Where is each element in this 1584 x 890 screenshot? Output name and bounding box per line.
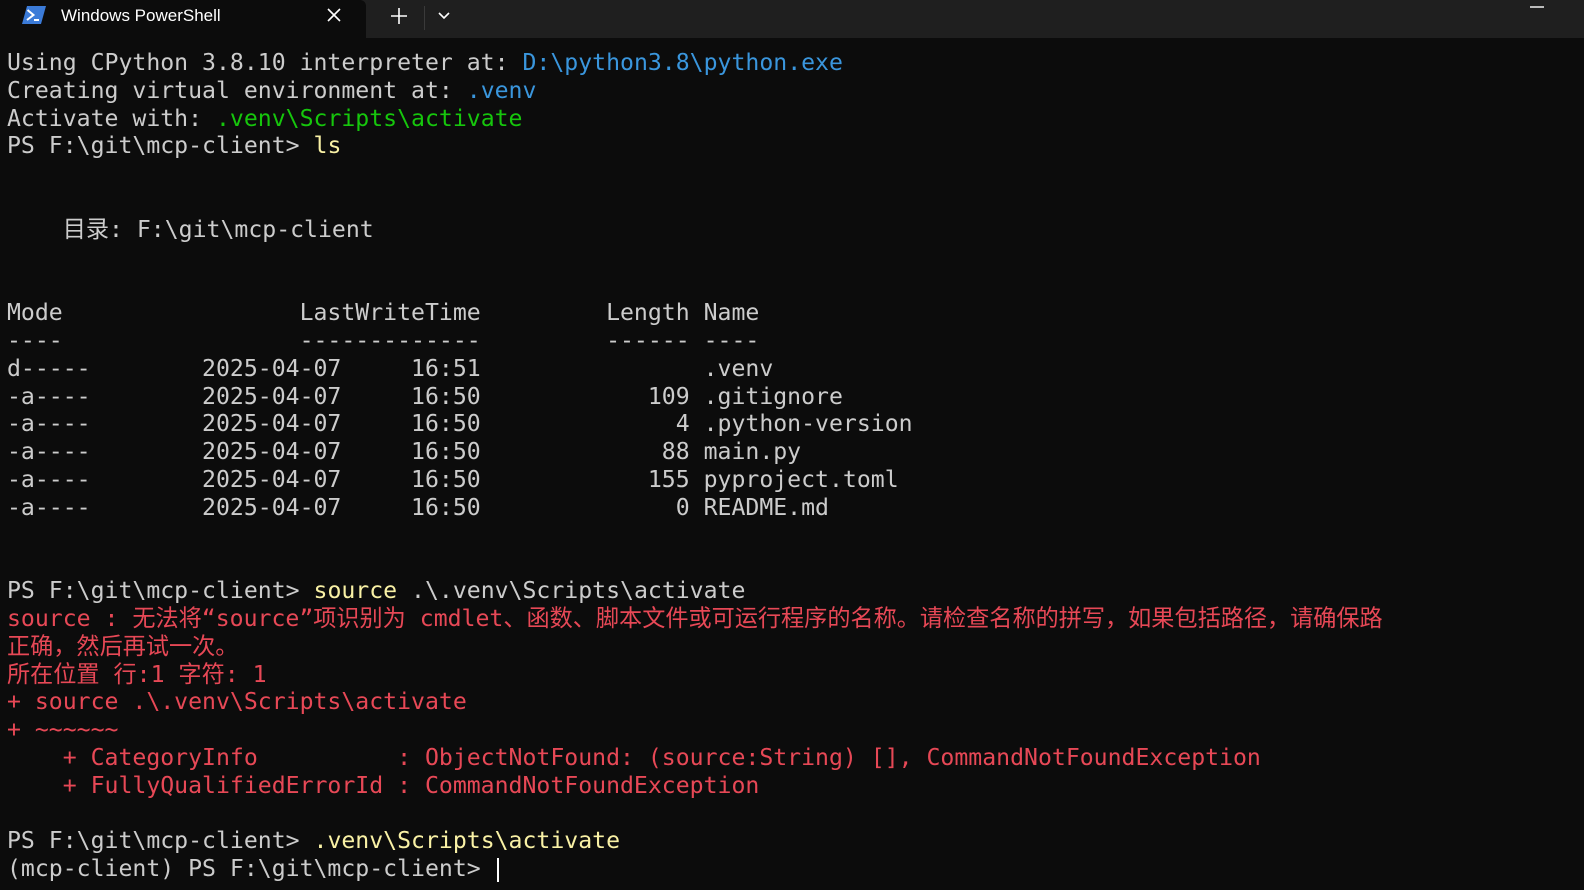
prompt-line: PS F:\git\mcp-client> source .\.venv\Scr… [7, 578, 1584, 606]
error-line: 所在位置 行:1 字符: 1 [7, 661, 267, 688]
terminal-output[interactable]: Using CPython 3.8.10 interpreter at: D:\… [7, 50, 1584, 890]
title-bar: Windows PowerShell [0, 0, 1584, 38]
minimize-icon[interactable] [1522, 0, 1552, 20]
powershell-icon [22, 6, 46, 24]
prompt-line: PS F:\git\mcp-client> .venv\Scripts\acti… [7, 828, 1584, 856]
chevron-down-icon[interactable] [433, 4, 455, 26]
venv-path: .venv [466, 77, 537, 104]
tab-title: Windows PowerShell [61, 6, 221, 25]
command-source: source [313, 578, 398, 605]
error-line: + source .\.venv\Scripts\activate [7, 689, 467, 716]
listing-row: d----- 2025-04-07 16:51 .venv [7, 355, 774, 382]
prompt-line: PS F:\git\mcp-client> ls [7, 133, 1584, 161]
listing-row: -a---- 2025-04-07 16:50 4 .python-versio… [7, 411, 913, 438]
command-ls: ls [313, 133, 342, 160]
close-icon[interactable] [323, 4, 345, 26]
command-activate: .venv\Scripts\activate [313, 828, 621, 855]
error-line: + CategoryInfo : ObjectNotFound: (source… [7, 744, 1261, 771]
error-line: source : 无法将“source”项识别为 cmdlet、函数、脚本文件或… [7, 605, 1383, 632]
tab-windows-powershell[interactable]: Windows PowerShell [0, 0, 366, 38]
text-cursor [496, 857, 499, 882]
prompt: PS F:\git\mcp-client> [7, 828, 314, 855]
prompt: PS F:\git\mcp-client> [7, 133, 314, 160]
final-prompt-line[interactable]: (mcp-client) PS F:\git\mcp-client> [7, 856, 1584, 884]
activate-command-hint: .venv\Scripts\activate [215, 105, 523, 132]
listing-row: -a---- 2025-04-07 16:50 0 README.md [7, 494, 829, 521]
output-line: Creating virtual environment at: .venv [7, 77, 537, 104]
venv-prompt: (mcp-client) PS F:\git\mcp-client> [7, 856, 495, 883]
listing-header: Mode LastWriteTime Length Name [7, 300, 760, 327]
output-line: Activate with: .venv\Scripts\activate [7, 105, 523, 132]
listing-row: -a---- 2025-04-07 16:50 109 .gitignore [7, 383, 843, 410]
listing-header-underline: ---- ------------- ------ ---- [7, 327, 760, 354]
error-line: 正确，然后再试一次。 [7, 633, 239, 660]
directory-label: 目录: F:\git\mcp-client [7, 216, 374, 243]
plus-icon[interactable] [386, 3, 412, 29]
tab-separator [424, 6, 425, 30]
command-args: .\.venv\Scripts\activate [397, 578, 746, 605]
listing-row: -a---- 2025-04-07 16:50 88 main.py [7, 439, 802, 466]
listing-row: -a---- 2025-04-07 16:50 155 pyproject.to… [7, 466, 899, 493]
interpreter-path: D:\python3.8\python.exe [522, 50, 843, 76]
prompt: PS F:\git\mcp-client> [7, 578, 314, 605]
error-line: + FullyQualifiedErrorId : CommandNotFoun… [7, 772, 760, 799]
error-line: + ~~~~~~ [7, 717, 119, 744]
output-line: Using CPython 3.8.10 interpreter at: D:\… [7, 50, 843, 76]
